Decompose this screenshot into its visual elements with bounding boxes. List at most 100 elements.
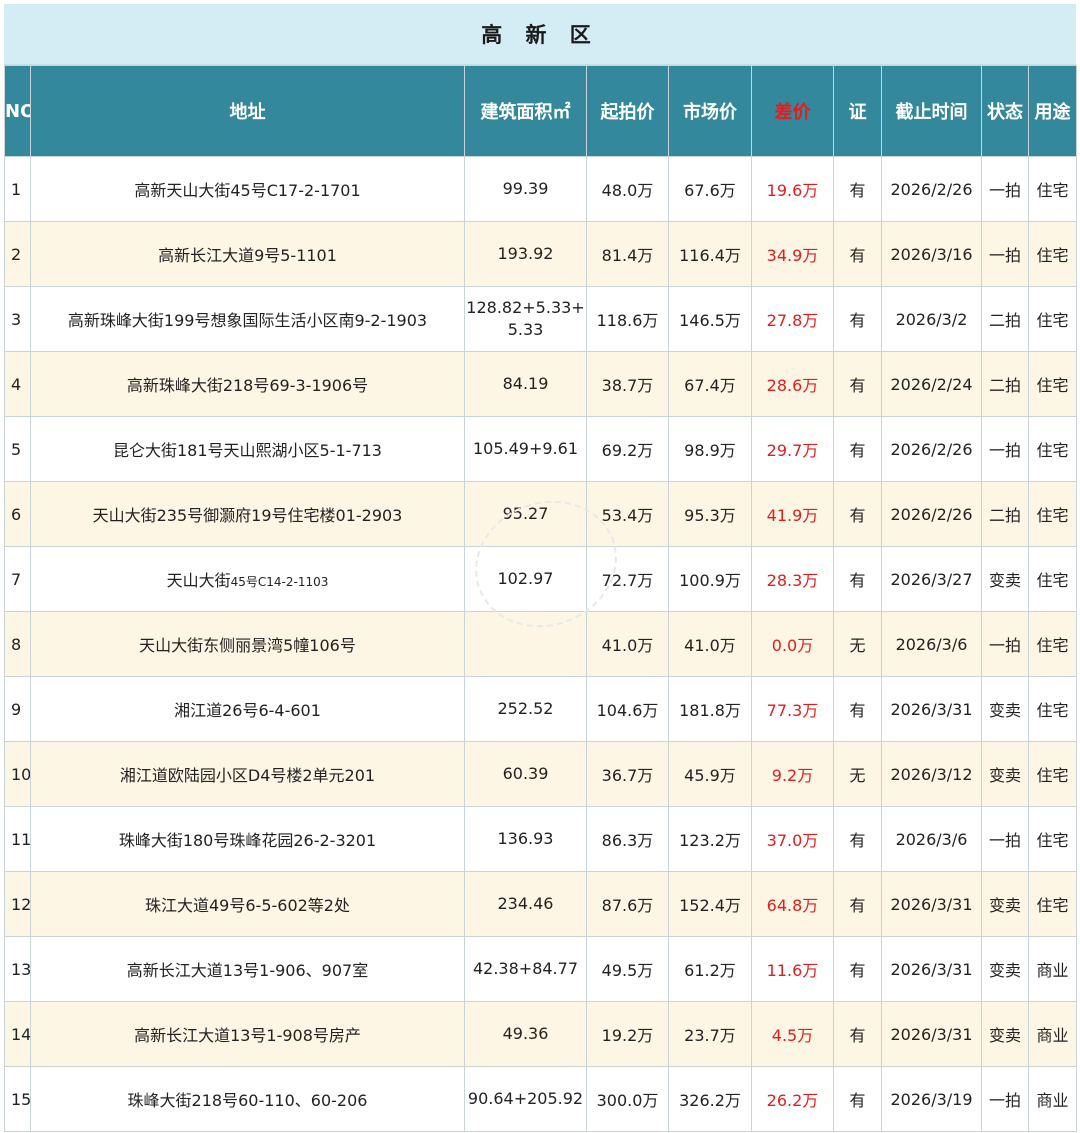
area-cell: 128.82+5.33+ 5.33: [464, 286, 587, 352]
diff-cell: 11.6万: [751, 936, 834, 1002]
start-price-cell: 49.5万: [586, 936, 669, 1002]
address-cell: 高新长江大道13号1-906、907室: [30, 936, 465, 1002]
market-price-cell: 146.5万: [668, 286, 752, 352]
table-row: 1 高新天山大街45号C17-2-1701 99.39 48.0万 67.6万 19.6万…: [4, 156, 1077, 222]
start-price-cell: 300.0万: [586, 1066, 669, 1132]
address-cell: 高新长江大道13号1-908号房产: [30, 1001, 465, 1067]
cert-cell: 有: [833, 806, 882, 872]
status-cell: 一拍: [981, 416, 1029, 482]
deadline-cell: 2026/3/31: [881, 676, 982, 742]
row-number: 2: [4, 221, 31, 287]
row-number: 15: [4, 1066, 31, 1132]
deadline-cell: 2026/2/26: [881, 481, 982, 547]
status-cell: 一拍: [981, 1066, 1029, 1132]
usage-cell: 商业: [1028, 1066, 1077, 1132]
header-no: NO: [4, 65, 31, 157]
market-price-cell: 67.6万: [668, 156, 752, 222]
address-cell: 湘江道欧陆园小区D4号楼2单元201: [30, 741, 465, 807]
table-row: 4 高新珠峰大街218号69-3-1906号 84.19 38.7万 67.4万 28.6…: [4, 351, 1077, 417]
area-cell: 49.36: [464, 1001, 587, 1067]
status-cell: 一拍: [981, 221, 1029, 287]
usage-cell: 商业: [1028, 1001, 1077, 1067]
diff-cell: 19.6万: [751, 156, 834, 222]
market-price-cell: 116.4万: [668, 221, 752, 287]
header-diff: 差价: [751, 65, 834, 157]
header-market-price: 市场价: [668, 65, 752, 157]
diff-cell: 9.2万: [751, 741, 834, 807]
start-price-cell: 87.6万: [586, 871, 669, 937]
usage-cell: 住宅: [1028, 416, 1077, 482]
cert-cell: 有: [833, 1066, 882, 1132]
usage-cell: 住宅: [1028, 741, 1077, 807]
market-price-cell: 152.4万: [668, 871, 752, 937]
deadline-cell: 2026/2/26: [881, 416, 982, 482]
usage-cell: 住宅: [1028, 676, 1077, 742]
row-number: 5: [4, 416, 31, 482]
status-cell: 变卖: [981, 741, 1029, 807]
cert-cell: 有: [833, 1001, 882, 1067]
status-cell: 变卖: [981, 676, 1029, 742]
diff-cell: 64.8万: [751, 871, 834, 937]
header-address: 地址: [30, 65, 465, 157]
row-number: 14: [4, 1001, 31, 1067]
market-price-cell: 123.2万: [668, 806, 752, 872]
cert-cell: 有: [833, 676, 882, 742]
address-cell: 湘江道26号6-4-601: [30, 676, 465, 742]
cert-cell: 有: [833, 546, 882, 612]
start-price-cell: 69.2万: [586, 416, 669, 482]
table-row: 9 湘江道26号6-4-601 252.52 104.6万 181.8万 77.3万有 20…: [4, 676, 1077, 742]
start-price-cell: 118.6万: [586, 286, 669, 352]
header-row: NO 地址 建筑面积㎡ 起拍价 市场价 差价 证 截止时间 状态 用途: [4, 65, 1077, 157]
header-deadline: 截止时间: [881, 65, 982, 157]
cert-cell: 有: [833, 871, 882, 937]
table-row: 6 天山大街235号御灏府19号住宅楼01-2903 95.27 53.4万 95.3万…: [4, 481, 1077, 547]
address-cell: 昆仑大街181号天山熙湖小区5-1-713: [30, 416, 465, 482]
market-price-cell: 23.7万: [668, 1001, 752, 1067]
status-cell: 变卖: [981, 1001, 1029, 1067]
area-cell: 252.52: [464, 676, 587, 742]
diff-cell: 34.9万: [751, 221, 834, 287]
deadline-cell: 2026/3/19: [881, 1066, 982, 1132]
cert-cell: 有: [833, 156, 882, 222]
usage-cell: 住宅: [1028, 806, 1077, 872]
auction-listing-table-container: 高 新 区 NO 地址 建筑面积㎡ 起拍价 市场价 差价 证 截止时间 状态 用…: [4, 4, 1077, 1132]
header-start-price: 起拍价: [586, 65, 669, 157]
status-cell: 一拍: [981, 806, 1029, 872]
row-number: 6: [4, 481, 31, 547]
status-cell: 二拍: [981, 286, 1029, 352]
address-cell: 天山大街45号C14-2-1103: [30, 546, 465, 612]
diff-cell: 28.6万: [751, 351, 834, 417]
address-cell: 高新长江大道9号5-1101: [30, 221, 465, 287]
cert-cell: 有: [833, 286, 882, 352]
start-price-cell: 81.4万: [586, 221, 669, 287]
diff-cell: 37.0万: [751, 806, 834, 872]
row-number: 3: [4, 286, 31, 352]
start-price-cell: 19.2万: [586, 1001, 669, 1067]
district-title: 高 新 区: [4, 4, 1076, 65]
status-cell: 变卖: [981, 546, 1029, 612]
status-cell: 二拍: [981, 481, 1029, 547]
row-number: 4: [4, 351, 31, 417]
address-cell: 高新珠峰大街218号69-3-1906号: [30, 351, 465, 417]
area-cell: 105.49+9.61: [464, 416, 587, 482]
deadline-cell: 2026/3/2: [881, 286, 982, 352]
deadline-cell: 2026/2/26: [881, 156, 982, 222]
area-cell: 90.64+205.92: [464, 1066, 587, 1132]
area-cell: 234.46: [464, 871, 587, 937]
status-cell: 变卖: [981, 936, 1029, 1002]
start-price-cell: 72.7万: [586, 546, 669, 612]
cert-cell: 有: [833, 936, 882, 1002]
diff-cell: 29.7万: [751, 416, 834, 482]
start-price-cell: 36.7万: [586, 741, 669, 807]
usage-cell: 住宅: [1028, 286, 1077, 352]
market-price-cell: 100.9万: [668, 546, 752, 612]
area-cell: 60.39: [464, 741, 587, 807]
table-row: 14 高新长江大道13号1-908号房产 49.36 19.2万 23.7万 4.5万有 2…: [4, 1001, 1077, 1067]
address-cell: 高新珠峰大街199号想象国际生活小区南9-2-1903: [30, 286, 465, 352]
start-price-cell: 48.0万: [586, 156, 669, 222]
area-cell: 136.93: [464, 806, 587, 872]
usage-cell: 住宅: [1028, 481, 1077, 547]
diff-cell: 28.3万: [751, 546, 834, 612]
row-number: 13: [4, 936, 31, 1002]
usage-cell: 住宅: [1028, 611, 1077, 677]
